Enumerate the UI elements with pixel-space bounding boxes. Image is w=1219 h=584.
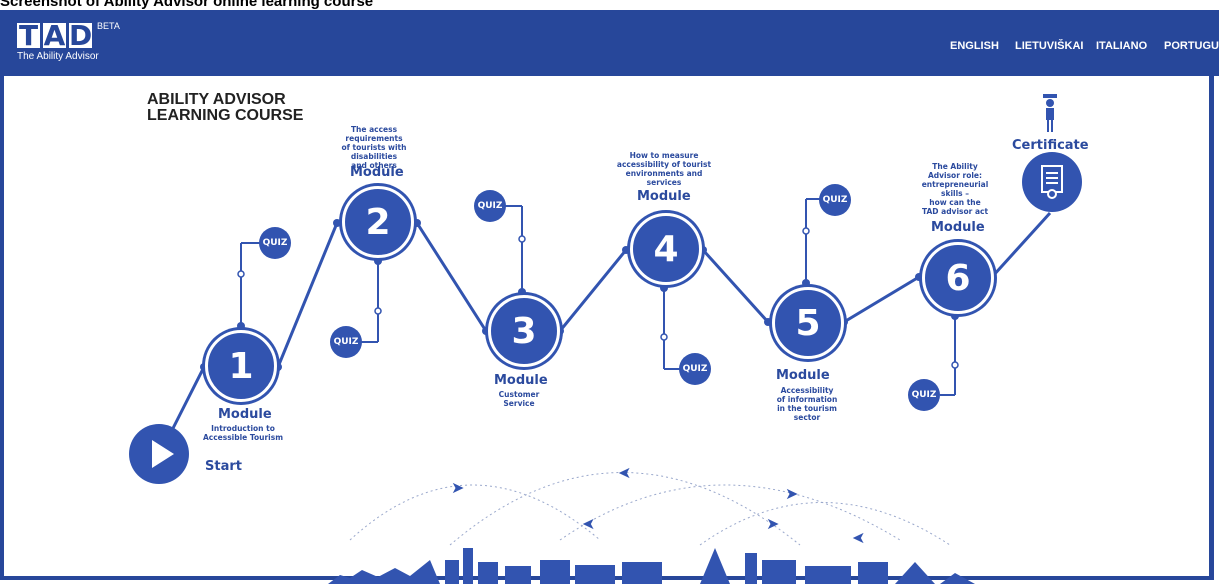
airplane-icon: ➤ — [582, 516, 596, 533]
quiz-module-4-button[interactable]: QUIZ — [679, 353, 711, 385]
airplane-icon: ➤ — [852, 530, 866, 547]
city-skyline — [328, 548, 975, 584]
module-3-button[interactable]: 3 — [488, 295, 560, 367]
certificate-icon — [1041, 165, 1063, 199]
airplane-icon: ➤ — [451, 480, 465, 497]
start-label[interactable]: Start — [205, 459, 242, 474]
quiz-module-6-button[interactable]: QUIZ — [908, 379, 940, 411]
module-6-button[interactable]: 6 — [922, 242, 994, 314]
airplane-icon: ➤ — [618, 465, 632, 482]
start-button[interactable] — [129, 424, 189, 484]
airplane-icon: ➤ — [766, 516, 780, 533]
course-path-lines — [158, 198, 1052, 584]
certificate-label: Certificate — [1012, 138, 1089, 153]
module-2-button[interactable]: 2 — [342, 186, 414, 258]
airplane-icon: ➤ — [785, 486, 799, 503]
quiz-module-2-button[interactable]: QUIZ — [330, 326, 362, 358]
module-6-label: Module — [931, 220, 985, 235]
module-3-label: Module — [494, 373, 548, 388]
module-1-description: Introduction to Accessible Tourism — [202, 424, 284, 442]
module-6-description: The Ability Advisor role: entrepreneuria… — [921, 162, 989, 216]
module-1-label: Module — [218, 407, 272, 422]
module-4-description: How to measure accessibility of tourist … — [616, 151, 712, 187]
module-5-label: Module — [776, 368, 830, 383]
quiz-module-1-button[interactable]: QUIZ — [259, 227, 291, 259]
graduate-icon — [1043, 94, 1057, 132]
module-1-button[interactable]: 1 — [205, 330, 277, 402]
module-5-description: Accessibility of information in the tour… — [776, 386, 838, 422]
module-4-button[interactable]: 4 — [630, 213, 702, 285]
quiz-module-5-button[interactable]: QUIZ — [819, 184, 851, 216]
quiz-module-3-button[interactable]: QUIZ — [474, 190, 506, 222]
module-4-label: Module — [637, 189, 691, 204]
play-icon — [152, 440, 174, 468]
module-5-button[interactable]: 5 — [772, 287, 844, 359]
certificate-button[interactable] — [1022, 152, 1082, 212]
module-3-description: Customer Service — [498, 390, 540, 408]
module-2-description: The access requirements of tourists with… — [341, 125, 407, 170]
